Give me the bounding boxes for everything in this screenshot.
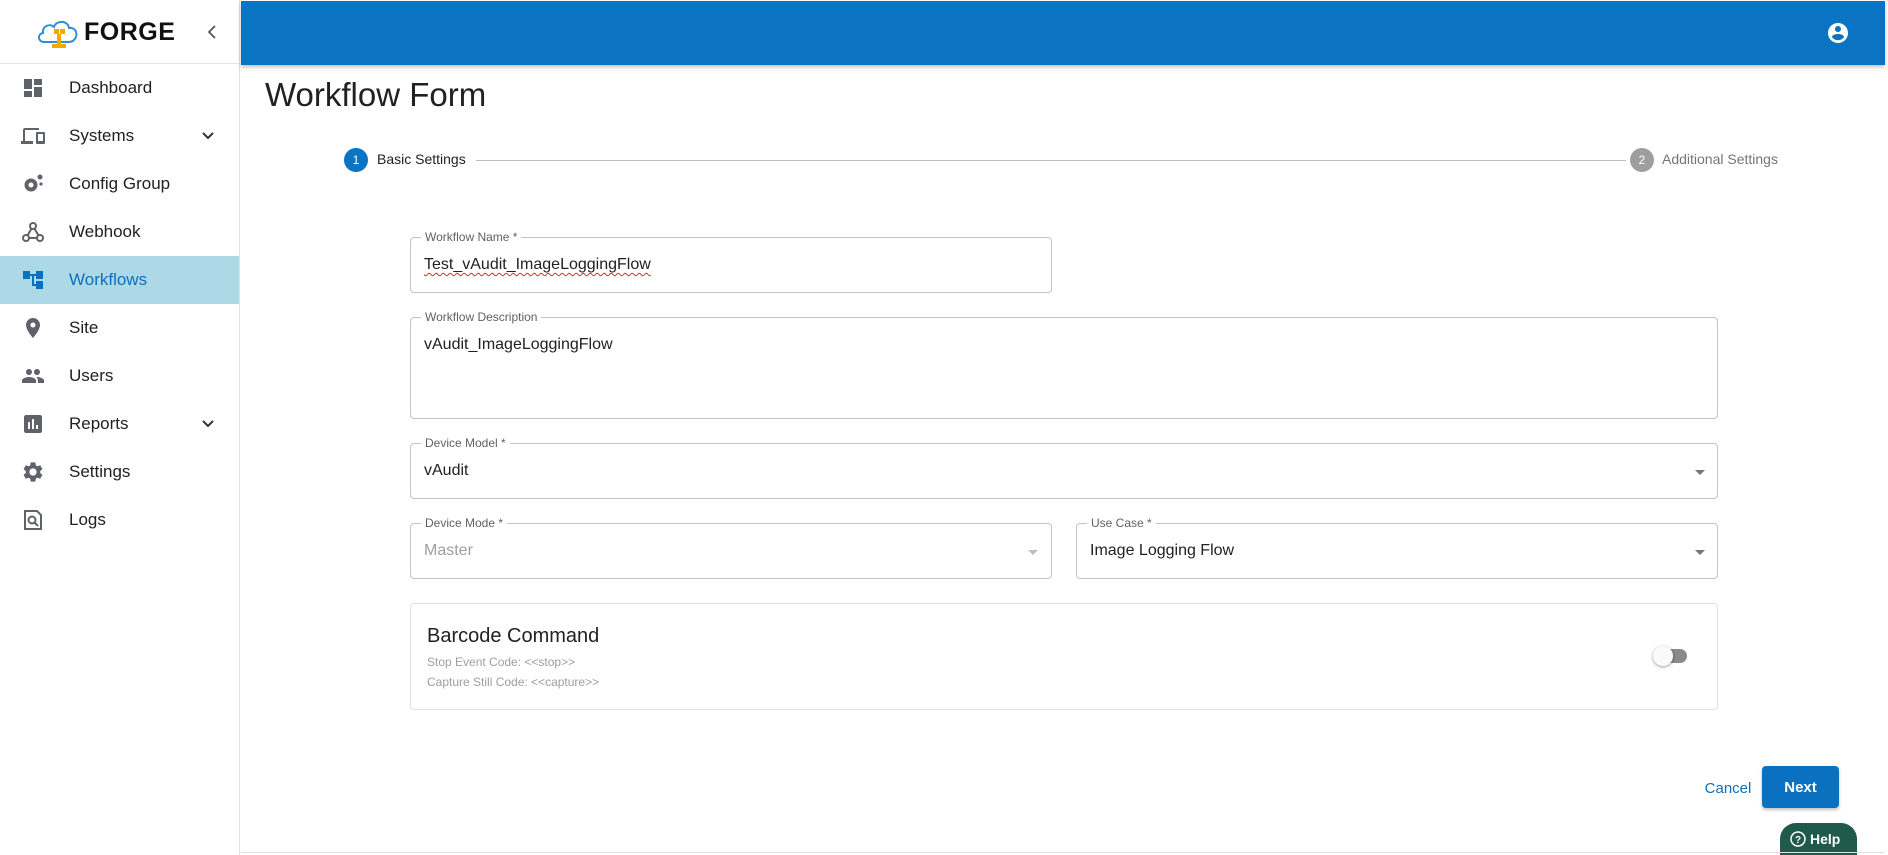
sidebar-item-reports[interactable]: Reports	[0, 400, 239, 448]
help-label: Help	[1810, 831, 1841, 847]
sidebar-item-label: Config Group	[69, 174, 171, 193]
sidebar-item-label: Site	[69, 318, 99, 337]
toggle-thumb	[1653, 646, 1673, 666]
cancel-button[interactable]: Cancel	[1698, 776, 1758, 800]
workflow-name-value[interactable]: Test_vAudit_ImageLoggingFlow	[424, 256, 651, 274]
step-2-number[interactable]: 2	[1630, 148, 1654, 172]
sidebar-item-label: Settings	[69, 462, 131, 481]
sidebar-item-label: Workflows	[69, 270, 148, 289]
dropdown-arrow-icon	[1695, 470, 1705, 475]
devices-icon	[21, 128, 45, 144]
sidebar: FORGE Dashboard Systems Config Group Web…	[0, 0, 240, 855]
step-1-number[interactable]: 1	[344, 148, 368, 172]
barcode-command-card: Barcode Command Stop Event Code: <<stop>…	[410, 603, 1718, 710]
device-mode-label: Device Mode *	[421, 516, 508, 530]
account-circle-icon[interactable]	[1826, 21, 1850, 45]
workflow-name-field[interactable]: Workflow Name * Test_vAudit_ImageLogging…	[410, 230, 1052, 293]
device-mode-value: Master	[424, 542, 473, 559]
sidebar-item-label: Reports	[69, 414, 129, 433]
dropdown-arrow-icon	[1695, 550, 1705, 555]
chevron-left-icon[interactable]	[202, 20, 222, 44]
use-case-value: Image Logging Flow	[1090, 542, 1235, 559]
sidebar-item-settings[interactable]: Settings	[0, 448, 239, 496]
sidebar-item-site[interactable]: Site	[0, 304, 239, 352]
dashboard-icon	[24, 79, 42, 97]
help-button[interactable]: ? Help	[1780, 823, 1857, 855]
chevron-down-icon	[202, 420, 214, 428]
stop-event-code-text: Stop Event Code: <<stop>>	[427, 655, 576, 669]
step-1-label[interactable]: Basic Settings	[377, 151, 466, 167]
bottom-divider	[241, 852, 1885, 853]
sidebar-item-webhook[interactable]: Webhook	[0, 208, 239, 256]
help-circle-icon: ?	[1790, 831, 1806, 847]
forge-logo-icon	[38, 20, 78, 48]
sidebar-item-users[interactable]: Users	[0, 352, 239, 400]
brand-header: FORGE	[0, 0, 239, 64]
svg-text:?: ?	[1795, 835, 1801, 846]
sidebar-item-label: Users	[69, 366, 114, 385]
workflow-name-label: Workflow Name *	[421, 230, 522, 244]
settings-gear-icon	[24, 174, 43, 192]
device-model-select[interactable]: Device Model * vAudit	[410, 436, 1718, 499]
sidebar-item-label: Logs	[69, 510, 106, 529]
workflow-description-field[interactable]: Workflow Description vAudit_ImageLogging…	[410, 310, 1718, 419]
brand-name: FORGE	[84, 18, 176, 46]
sidebar-nav: Dashboard Systems Config Group Webhook W…	[0, 64, 239, 544]
sidebar-item-config-group[interactable]: Config Group	[0, 160, 239, 208]
stepper: 1 Basic Settings 2 Additional Settings	[344, 148, 1784, 172]
capture-still-code-text: Capture Still Code: <<capture>>	[427, 675, 600, 689]
sidebar-item-label: Dashboard	[69, 78, 153, 97]
sidebar-item-logs[interactable]: Logs	[0, 496, 239, 544]
device-model-label: Device Model *	[421, 436, 510, 450]
barcode-command-title: Barcode Command	[427, 625, 600, 647]
workflow-icon	[23, 271, 43, 289]
stepper-connector	[476, 160, 1626, 161]
next-button[interactable]: Next	[1762, 766, 1839, 808]
device-mode-select: Device Mode * Master	[410, 516, 1052, 579]
sidebar-item-systems[interactable]: Systems	[0, 112, 239, 160]
workflow-description-label: Workflow Description	[421, 310, 542, 324]
top-app-bar	[241, 1, 1885, 65]
use-case-select[interactable]: Use Case * Image Logging Flow	[1076, 516, 1718, 579]
barcode-command-toggle[interactable]	[1653, 646, 1689, 666]
workflow-description-value[interactable]: vAudit_ImageLoggingFlow	[424, 336, 613, 354]
device-model-value: vAudit	[424, 462, 469, 479]
search-document-icon	[24, 510, 42, 530]
chevron-down-icon	[202, 132, 214, 140]
use-case-label: Use Case *	[1087, 516, 1156, 530]
dropdown-arrow-icon	[1028, 550, 1038, 555]
gear-icon	[23, 462, 43, 482]
sidebar-item-label: Systems	[69, 126, 135, 145]
sidebar-item-workflows[interactable]: Workflows	[0, 256, 239, 304]
step-2-label[interactable]: Additional Settings	[1662, 151, 1778, 167]
page-title: Workflow Form	[265, 76, 487, 113]
sidebar-item-label: Webhook	[69, 222, 141, 241]
webhook-icon	[22, 222, 44, 242]
location-pin-icon	[26, 318, 40, 338]
sidebar-item-dashboard[interactable]: Dashboard	[0, 64, 239, 112]
users-icon	[22, 369, 44, 383]
bar-chart-icon	[24, 415, 42, 433]
